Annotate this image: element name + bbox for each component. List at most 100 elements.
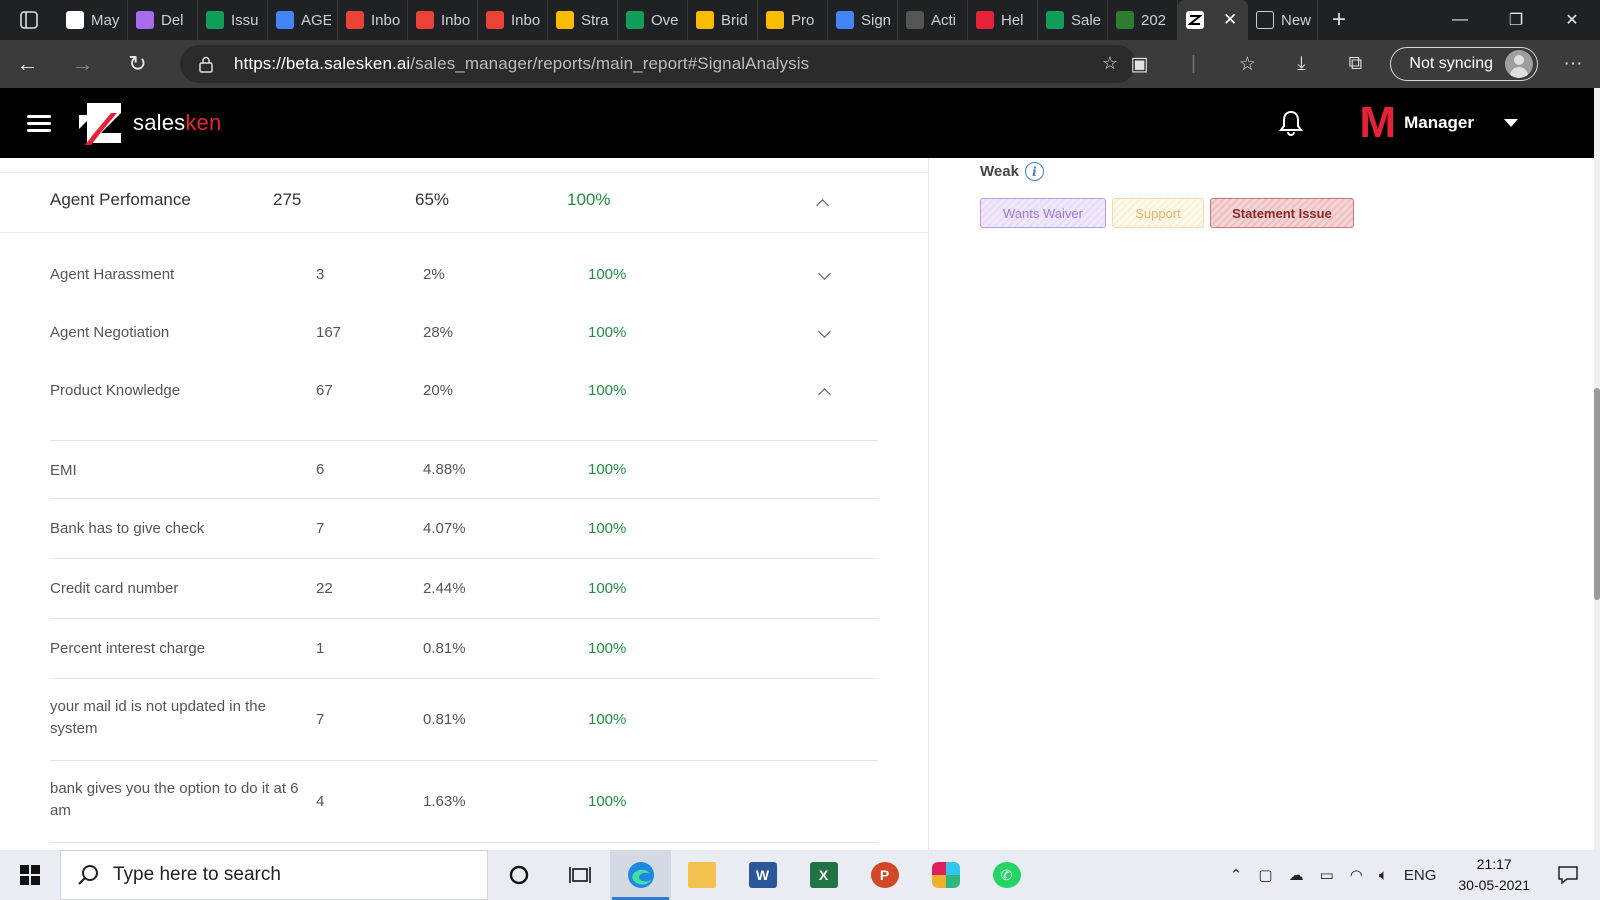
taskbar-search-box[interactable]: Type here to search bbox=[60, 850, 488, 900]
close-window-icon[interactable]: ✕ bbox=[1544, 0, 1600, 40]
signal-accuracy: 100% bbox=[588, 461, 627, 478]
forward-arrow-icon: → bbox=[71, 51, 94, 76]
browser-tab[interactable]: Hel bbox=[968, 0, 1038, 40]
tab-salesken-active[interactable]: ✕ bbox=[1178, 0, 1248, 40]
expand-chevron-icon[interactable] bbox=[818, 267, 831, 280]
taskbar-whatsapp[interactable]: ✆ bbox=[976, 850, 1037, 900]
expand-chevron-icon[interactable] bbox=[818, 325, 831, 338]
scrollbar-thumb[interactable] bbox=[1594, 388, 1600, 600]
browser-tab[interactable]: May bbox=[58, 0, 128, 40]
browser-tab[interactable]: AGE bbox=[268, 0, 338, 40]
category-row[interactable]: Product Knowledge 67 20% 100% bbox=[0, 372, 928, 412]
wifi-icon[interactable]: ◠ bbox=[1350, 866, 1363, 884]
battery-icon[interactable]: ▭ bbox=[1320, 866, 1334, 884]
browser-tab[interactable]: Acti bbox=[898, 0, 968, 40]
category-row[interactable]: Agent Harassment 3 2% 100% bbox=[0, 256, 928, 296]
taskbar-excel[interactable]: X bbox=[793, 850, 854, 900]
collapse-chevron-icon[interactable] bbox=[816, 199, 829, 212]
restore-window-icon[interactable]: ❐ bbox=[1488, 0, 1544, 40]
tab-title: Del bbox=[161, 11, 184, 29]
address-bar[interactable]: https://beta.salesken.ai/sales_manager/r… bbox=[180, 45, 1136, 83]
signal-row[interactable]: Percent interest charge 1 0.81% 100% bbox=[50, 619, 878, 679]
category-accuracy: 100% bbox=[588, 324, 627, 341]
taskbar-powerpoint[interactable]: P bbox=[854, 850, 915, 900]
tag-wants-waiver[interactable]: Wants Waiver bbox=[980, 198, 1106, 228]
docs-icon bbox=[276, 11, 294, 29]
tab-title: May bbox=[91, 11, 120, 29]
browser-tab[interactable]: Pro bbox=[758, 0, 828, 40]
group-share: 65% bbox=[415, 190, 450, 209]
user-role-label[interactable]: Manager bbox=[1404, 113, 1474, 133]
salesken-logo[interactable]: salesken bbox=[77, 101, 221, 145]
notification-bell-icon[interactable] bbox=[1279, 110, 1304, 136]
browser-tab[interactable]: Issu bbox=[198, 0, 268, 40]
back-button[interactable]: ← bbox=[0, 40, 55, 88]
category-count: 67 bbox=[316, 382, 333, 399]
task-view-button[interactable] bbox=[549, 850, 610, 900]
onedrive-cloud-icon[interactable]: ☁ bbox=[1289, 866, 1304, 884]
meet-now-icon[interactable]: ▢ bbox=[1258, 866, 1272, 884]
signal-count: 1 bbox=[316, 640, 325, 657]
search-placeholder: Type here to search bbox=[113, 864, 281, 885]
signal-row[interactable]: bank gives you the option to do it at 6 … bbox=[50, 761, 878, 843]
browser-tab[interactable]: Ove bbox=[618, 0, 688, 40]
browser-tab[interactable]: Inbo bbox=[338, 0, 408, 40]
browser-tab[interactable]: Sale bbox=[1038, 0, 1108, 40]
profile-sync-button[interactable]: Not syncing bbox=[1390, 47, 1538, 81]
category-row[interactable]: Agent Negotiation 167 28% 100% bbox=[0, 314, 928, 354]
minimize-window-icon[interactable]: — bbox=[1432, 0, 1488, 40]
tag-support[interactable]: Support bbox=[1112, 198, 1204, 228]
more-menu-icon[interactable]: ··· bbox=[1546, 53, 1600, 75]
signal-row[interactable]: your mail id is not updated in the syste… bbox=[50, 679, 878, 761]
start-button[interactable] bbox=[0, 850, 60, 900]
volume-icon[interactable]: 🔈︎ bbox=[1379, 867, 1388, 884]
forward-button[interactable]: → bbox=[55, 40, 110, 88]
close-tab-icon[interactable]: ✕ bbox=[1223, 10, 1237, 30]
extensions-icon[interactable]: ▣ bbox=[1112, 53, 1166, 76]
tab-title: 202 bbox=[1141, 11, 1167, 29]
taskbar-clock[interactable]: 21:17 30-05-2021 bbox=[1458, 854, 1530, 896]
hamburger-menu-icon[interactable] bbox=[27, 111, 51, 136]
page-scrollbar[interactable] bbox=[1594, 88, 1600, 850]
refresh-button[interactable]: ↻ bbox=[110, 40, 165, 88]
signal-row[interactable]: EMI 6 4.88% 100% bbox=[50, 441, 878, 499]
cortana-button[interactable] bbox=[488, 850, 549, 900]
favorites-icon[interactable]: ☆ bbox=[1220, 53, 1274, 76]
taskbar-slack[interactable] bbox=[915, 850, 976, 900]
info-icon[interactable]: i bbox=[1024, 162, 1044, 181]
signal-accuracy: 100% bbox=[588, 580, 627, 597]
taskbar-file-explorer[interactable] bbox=[671, 850, 732, 900]
browser-tab[interactable]: 202 bbox=[1108, 0, 1178, 40]
user-menu-caret-icon[interactable] bbox=[1504, 119, 1518, 127]
clock-time: 21:17 bbox=[1476, 856, 1512, 872]
browser-tab[interactable]: Inbo bbox=[478, 0, 548, 40]
tag-statement-issue[interactable]: Statement Issue bbox=[1210, 198, 1354, 228]
user-avatar-initial[interactable]: M bbox=[1359, 101, 1396, 145]
collapse-chevron-icon[interactable] bbox=[818, 388, 831, 401]
show-hidden-icons-icon[interactable]: ⌃ bbox=[1230, 866, 1243, 884]
tab-actions-button[interactable] bbox=[0, 0, 58, 40]
browser-tab[interactable]: Brid bbox=[688, 0, 758, 40]
new-tab-plus-button[interactable]: + bbox=[1318, 0, 1360, 40]
downloads-icon[interactable]: ⤓ bbox=[1274, 53, 1328, 75]
signal-row[interactable]: Credit card number 22 2.44% 100% bbox=[50, 559, 878, 619]
browser-tab[interactable]: Stra bbox=[548, 0, 618, 40]
taskbar-word[interactable]: W bbox=[732, 850, 793, 900]
url-text[interactable]: https://beta.salesken.ai/sales_manager/r… bbox=[234, 54, 809, 74]
tab-title: Brid bbox=[721, 11, 748, 29]
gmail-icon bbox=[486, 11, 504, 29]
collections-icon[interactable]: ⧉ bbox=[1328, 53, 1382, 75]
taskbar-edge[interactable] bbox=[610, 850, 671, 900]
language-indicator[interactable]: ENG bbox=[1404, 867, 1437, 884]
brand-name: salesken bbox=[133, 110, 221, 136]
slack-icon bbox=[931, 862, 960, 888]
tab-new-tab[interactable]: New bbox=[1248, 0, 1318, 40]
browser-tab[interactable]: Sign bbox=[828, 0, 898, 40]
signal-row[interactable]: Bank has to give check 7 4.07% 100% bbox=[50, 499, 878, 559]
browser-tab[interactable]: Inbo bbox=[408, 0, 478, 40]
browser-tab[interactable]: Del bbox=[128, 0, 198, 40]
group-row-agent-performance[interactable]: Agent Perfomance 275 65% 100% bbox=[0, 173, 928, 233]
brand-suffix: ken bbox=[185, 110, 222, 135]
notification-center-icon[interactable] bbox=[1548, 866, 1588, 884]
signal-count: 7 bbox=[316, 520, 325, 537]
